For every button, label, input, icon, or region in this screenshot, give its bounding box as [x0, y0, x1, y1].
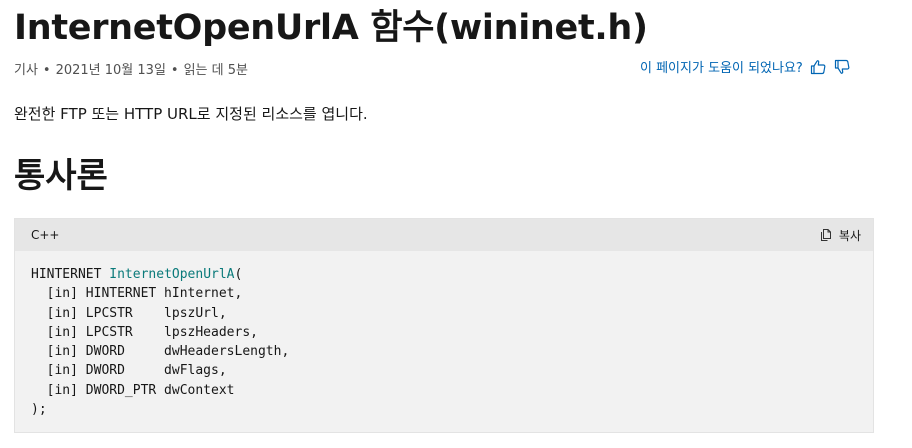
code-line: [in] HINTERNET hInternet, [31, 286, 243, 302]
code-text: [in] DWORD_PTR dwContext [31, 382, 235, 398]
code-line: ); [31, 402, 47, 417]
feedback-prompt: 이 페이지가 도움이 되었나요? [640, 57, 851, 76]
thumbs-down-icon[interactable] [833, 58, 851, 76]
code-line: [in] DWORD dwFlags, [31, 363, 227, 378]
code-line: [in] LPCSTR lpszHeaders, [31, 325, 258, 340]
thumbs-up-icon[interactable] [809, 58, 827, 76]
code-text: HINTERNET [31, 267, 110, 282]
read-time: 읽는 데 5분 [183, 63, 248, 78]
article-summary: 완전한 FTP 또는 HTTP URL로 지정된 리소스를 엽니다. [14, 105, 368, 123]
separator-dot: • [170, 63, 179, 78]
code-line: HINTERNET InternetOpenUrlA( [31, 267, 242, 282]
code-line: [in] DWORD_PTR dwContext [31, 383, 235, 398]
copy-icon [820, 229, 831, 241]
code-content[interactable]: HINTERNET InternetOpenUrlA( [in] HINTERN… [15, 251, 873, 433]
article-metadata: 기사 • 2021년 10월 13일 • 읽는 데 5분 [14, 59, 248, 78]
code-text: ); [31, 402, 47, 418]
code-line: [in] LPCSTR lpszUrl, [31, 306, 227, 321]
code-text: ( [234, 267, 243, 282]
code-text: [in] LPCSTR lpszUrl, [31, 305, 227, 321]
copy-button[interactable]: 복사 [819, 227, 861, 244]
syntax-heading: 통사론 [14, 156, 108, 196]
function-name: InternetOpenUrlA [109, 267, 235, 282]
code-language-label: C++ [31, 228, 60, 242]
code-text: [in] LPCSTR lpszHeaders, [31, 324, 258, 340]
article-type: 기사 [14, 63, 38, 78]
code-text: [in] DWORD dwHeadersLength, [31, 344, 290, 360]
article-date: 2021년 10월 13일 [55, 63, 166, 78]
feedback-question[interactable]: 이 페이지가 도움이 되었나요? [640, 57, 803, 76]
code-line: [in] DWORD dwHeadersLength, [31, 344, 290, 360]
code-header: C++ 복사 [15, 219, 873, 251]
code-text: [in] DWORD dwFlags, [31, 363, 227, 379]
copy-label: 복사 [838, 228, 861, 243]
page-title: InternetOpenUrlA 함수(wininet.h) [14, 8, 648, 48]
code-block: C++ 복사 HINTERNET InternetOpenUrlA( [in] … [14, 218, 874, 433]
code-text: [in] HINTERNET hInternet, [31, 286, 243, 302]
separator-dot: • [42, 63, 51, 78]
